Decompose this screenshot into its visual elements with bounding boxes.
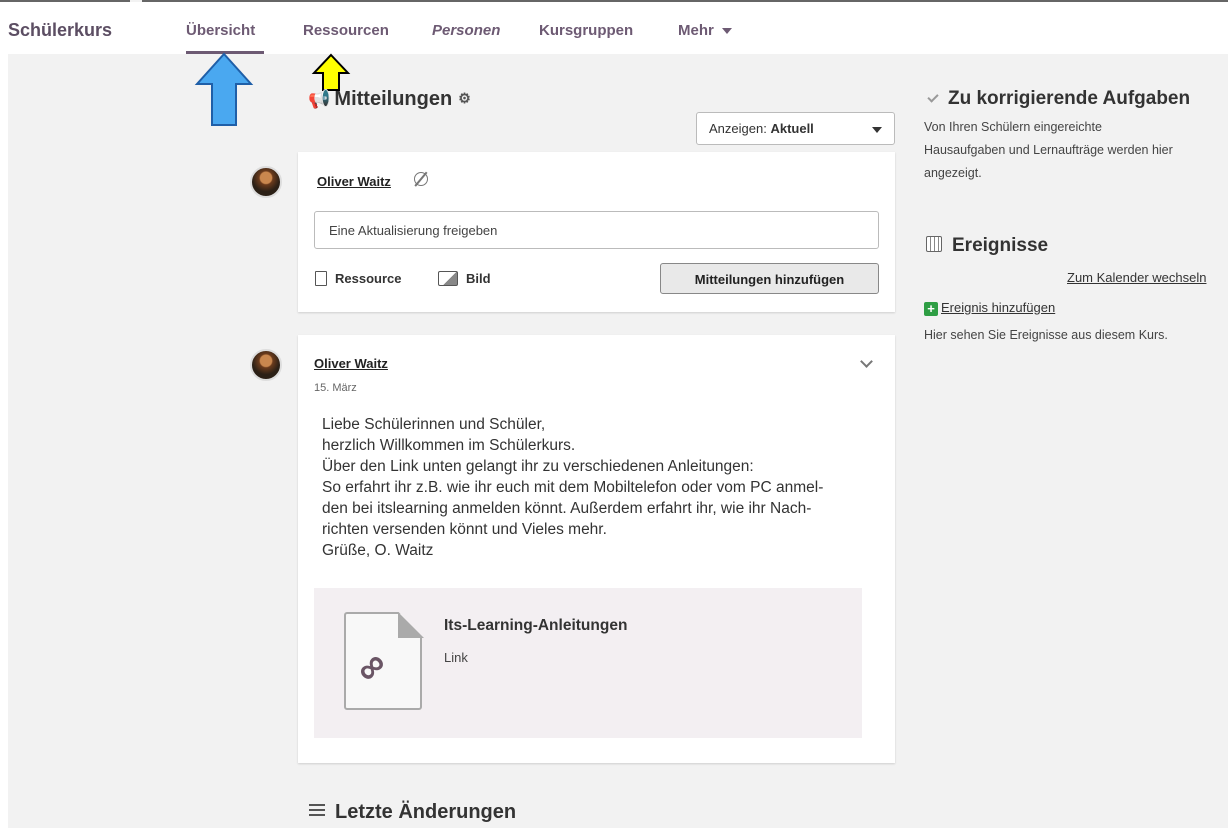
attach-resource-label: Ressource <box>335 271 402 286</box>
file-icon <box>315 271 327 286</box>
post-line: Grüße, O. Waitz <box>322 542 434 559</box>
hidden-icon <box>414 172 428 186</box>
tasks-text-line: Von Ihren Schülern eingereichte <box>924 120 1102 134</box>
post-announcement-button[interactable]: Mitteilungen hinzufügen <box>660 263 879 294</box>
attach-image-button[interactable]: Bild <box>438 271 491 286</box>
tab-people[interactable]: Personen <box>432 22 500 39</box>
filter-dropdown[interactable]: Anzeigen: Aktuell <box>696 112 895 145</box>
events-info: Hier sehen Sie Ereignisse aus diesem Kur… <box>924 328 1168 342</box>
tab-overview[interactable]: Übersicht <box>186 22 255 39</box>
checkmark-icon <box>927 91 939 103</box>
post-line: den bei itslearning anmelden könnt. Auße… <box>322 500 812 517</box>
tab-resources[interactable]: Ressourcen <box>303 22 389 39</box>
update-input[interactable]: Eine Aktualisierung freigeben <box>314 211 879 249</box>
events-heading: Ereignisse <box>926 235 1048 257</box>
post-author-link[interactable]: Oliver Waitz <box>314 356 388 371</box>
tasks-text-line: angezeigt. <box>924 166 982 180</box>
post-line: Über den Link unten gelangt ihr zu versc… <box>322 458 754 475</box>
resource-type: Link <box>444 650 468 665</box>
tasks-heading: Zu korrigierende Aufgaben <box>927 88 1191 110</box>
calendar-icon <box>926 236 942 252</box>
add-event-label: Ereignis hinzufügen <box>941 300 1056 315</box>
tasks-text: Von Ihren Schülern eingereichte Hausaufg… <box>924 116 1173 185</box>
tasks-title: Zu korrigierende Aufgaben <box>948 88 1191 109</box>
plus-icon: + <box>924 302 938 316</box>
post-line: Liebe Schülerinnen und Schüler, <box>322 416 546 433</box>
tab-more[interactable]: Mehr <box>678 22 732 39</box>
add-event-link[interactable]: + Ereignis hinzufügen <box>924 300 1055 316</box>
caret-down-icon <box>721 28 732 35</box>
blue-arrow-annotation <box>194 52 254 126</box>
post-date: 15. März <box>314 382 357 394</box>
tab-more-label: Mehr <box>678 22 714 39</box>
course-title[interactable]: Schülerkurs <box>8 20 112 41</box>
post-line: So erfahrt ihr z.B. wie ihr euch mit dem… <box>322 479 824 496</box>
calendar-link[interactable]: Zum Kalender wechseln <box>1067 270 1206 285</box>
filter-value: Aktuell <box>770 121 814 136</box>
attach-image-label: Bild <box>466 271 491 286</box>
yellow-arrow-annotation <box>311 53 351 91</box>
recent-changes-title: Letzte Änderungen <box>335 801 517 823</box>
megaphone-icon: 📢 <box>308 89 331 109</box>
filter-label: Anzeigen: <box>709 121 767 136</box>
post-line: herzlich Willkommen im Schülerkurs. <box>322 437 576 454</box>
recent-changes-heading: Letzte Änderungen <box>309 801 516 824</box>
announcements-title: Mitteilungen <box>334 88 453 110</box>
announcements-heading: 📢 Mitteilungen ⚙ <box>308 88 471 111</box>
image-icon <box>438 271 458 286</box>
tasks-text-line: Hausaufgaben und Lernaufträge werden hie… <box>924 143 1173 157</box>
post-line: richten versenden könnt und Vieles mehr. <box>322 521 607 538</box>
resource-title[interactable]: Its-Learning-Anleitungen <box>444 617 627 635</box>
attach-resource-button[interactable]: Ressource <box>315 271 401 286</box>
dropdown-arrow-icon <box>872 127 882 133</box>
avatar <box>250 349 282 381</box>
list-icon <box>309 804 325 817</box>
events-title: Ereignisse <box>952 235 1049 256</box>
tab-course-groups[interactable]: Kursgruppen <box>539 22 633 39</box>
gear-icon[interactable]: ⚙ <box>458 90 471 107</box>
post-body: Liebe Schülerinnen und Schüler, herzlich… <box>322 414 887 561</box>
left-edge <box>0 54 8 828</box>
composer-user-link[interactable]: Oliver Waitz <box>317 174 391 189</box>
course-navbar: Schülerkurs Übersicht Ressourcen Persone… <box>0 2 1228 54</box>
avatar <box>250 166 282 198</box>
